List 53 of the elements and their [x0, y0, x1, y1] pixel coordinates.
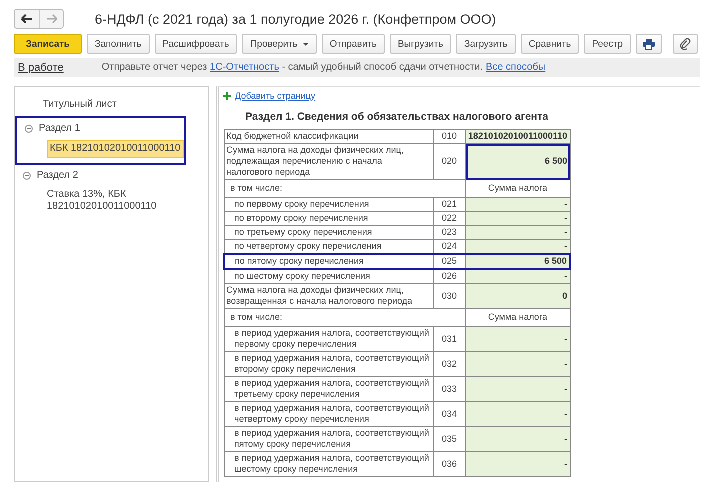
section-title: Раздел 1. Сведения об обязательствах налогового агента: [244, 111, 550, 123]
table-cell: в период удержания налога, соответствующий шестому сроку перечисления: [224, 452, 434, 476]
value-field[interactable]: 6 500: [466, 254, 570, 269]
toolbar-button[interactable]: Отправить: [322, 34, 385, 54]
tree-item[interactable]: Ставка 13%, КБК 18210102010011000110: [45, 187, 169, 215]
value-field[interactable]: -: [466, 376, 570, 402]
table-cell: Сумма налога на доходы физических лиц, подлежащая перечислению с начала налогового периода: [224, 144, 434, 180]
tree-item[interactable]: КБК 18210102010011000110: [47, 140, 184, 158]
toolbar-button[interactable]: Выгрузить: [390, 34, 452, 54]
service-link[interactable]: 1С-Отчетность: [210, 62, 280, 73]
value-field[interactable]: 0: [466, 284, 570, 308]
dropdown-button[interactable]: Проверить: [242, 34, 317, 54]
table-cell: по пятому сроку перечисления: [224, 254, 434, 269]
save-button[interactable]: Записать: [14, 34, 82, 54]
table-cell: в период удержания налога, соответствующий второму сроку перечисления: [224, 352, 434, 376]
value-field[interactable]: -: [466, 226, 570, 240]
table-cell: в период удержания налога, соответствующий первому сроку перечисления: [224, 326, 434, 352]
table-cell: в том числе:: [224, 180, 466, 198]
toolbar-button[interactable]: Заполнить: [87, 34, 150, 54]
table-cell: Код бюджетной классификации: [224, 130, 434, 144]
value-field[interactable]: -: [466, 198, 570, 212]
toolbar-button[interactable]: Сравнить: [520, 34, 580, 54]
value-field[interactable]: -: [466, 426, 570, 452]
table-cell: в период удержания налога, соответствующий четвертому сроку перечисления: [224, 402, 434, 426]
value-field[interactable]: 6 500: [466, 144, 570, 180]
toolbar-button[interactable]: Расшифровать: [154, 34, 238, 54]
value-field[interactable]: -: [466, 452, 570, 476]
tree-item[interactable]: Раздел 2: [37, 170, 78, 181]
add-page-link[interactable]: Добавить страницу: [235, 91, 316, 101]
table-cell: в период удержания налога, соответствующий третьему сроку перечисления: [224, 376, 434, 402]
tree-item[interactable]: Раздел 1: [39, 123, 80, 134]
table-cell: Сумма налога на доходы физических лиц, возвращенная с начала налогового периода: [224, 284, 434, 308]
value-field[interactable]: -: [466, 269, 570, 284]
table-cell: по шестому сроку перечисления: [224, 269, 434, 284]
status-link[interactable]: В работе: [14, 62, 68, 74]
value-field[interactable]: -: [466, 352, 570, 376]
table-cell: по второму сроку перечисления: [224, 212, 434, 226]
tree-item[interactable]: Титульный лист: [43, 99, 117, 110]
line-code: 010: [433, 130, 466, 144]
value-field[interactable]: -: [466, 212, 570, 226]
window-title: 6-НДФЛ (с 2021 года) за 1 полугодие 2026 г. (Конфетпром ООО): [95, 12, 496, 26]
all-methods-link[interactable]: Все способы: [486, 62, 546, 73]
value-field[interactable]: -: [466, 402, 570, 426]
table-cell: в том числе:: [224, 308, 466, 326]
toolbar-button[interactable]: Реестр: [584, 34, 632, 54]
table-cell: по третьему сроку перечисления: [224, 226, 434, 240]
table-cell: по четвертому сроку перечисления: [224, 240, 434, 254]
toolbar-button[interactable]: Загрузить: [456, 34, 516, 54]
info-message: Отправьте отчет через 1С-Отчетность - самый удобный способ сдачи отчетности.: [102, 62, 484, 73]
value-field[interactable]: 18210102010011000110: [466, 130, 570, 144]
table-cell: по первому сроку перечисления: [224, 198, 434, 212]
value-field[interactable]: -: [466, 326, 570, 352]
table-cell: в период удержания налога, соответствующий пятому сроку перечисления: [224, 426, 434, 452]
